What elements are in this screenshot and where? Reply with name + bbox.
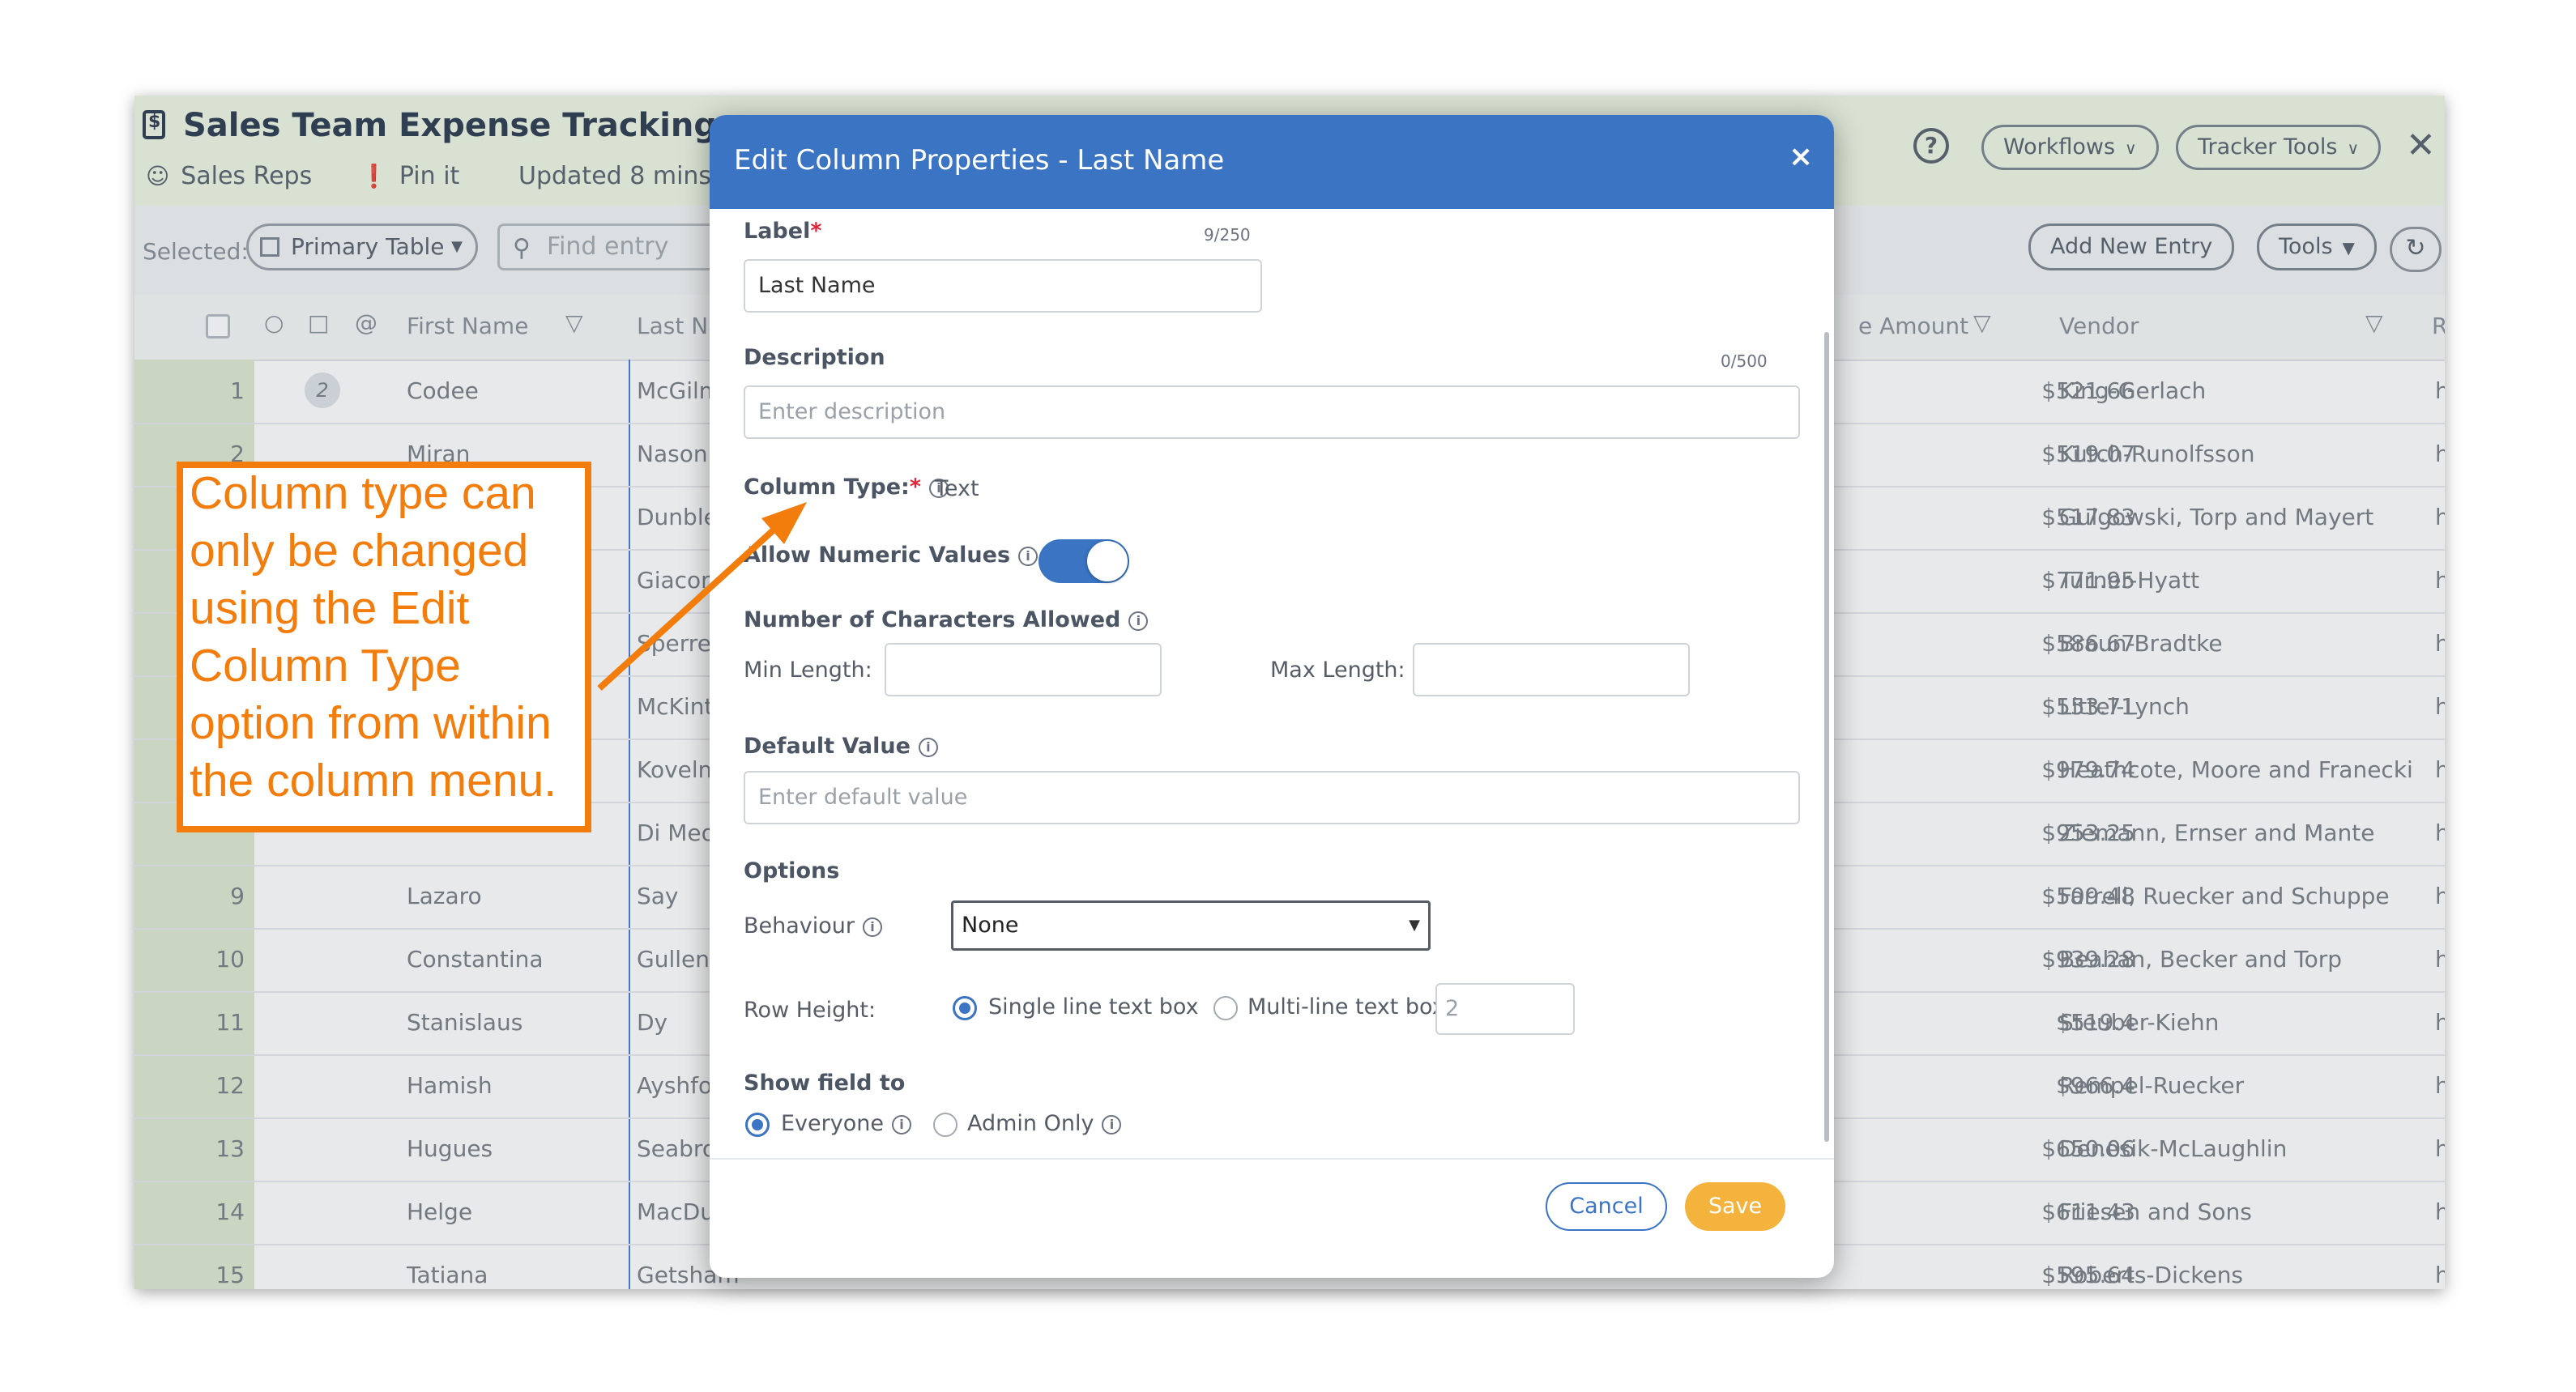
arrow-shaft (597, 522, 782, 691)
annotation-arrow (597, 502, 807, 691)
